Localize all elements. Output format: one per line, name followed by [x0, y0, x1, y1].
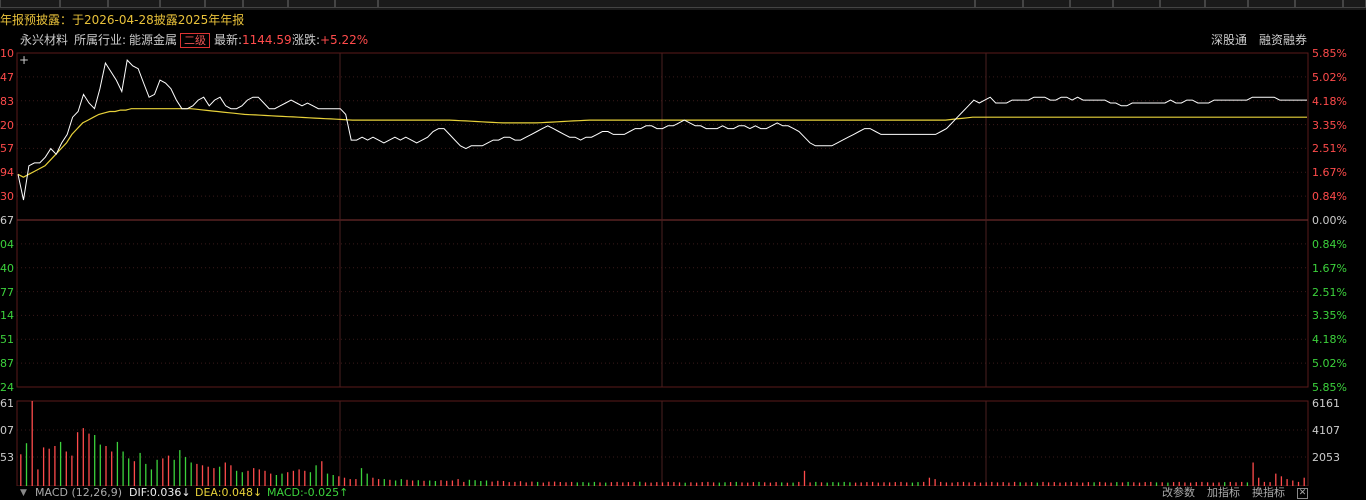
volume-tick-right: 6161 — [1312, 397, 1340, 410]
pct-tick-right: 0.84% — [1312, 237, 1347, 251]
pct-tick-right: 5.85% — [1312, 381, 1347, 394]
intraday-chart[interactable]: + — [0, 0, 1366, 486]
price-tick-left: 24 — [0, 381, 14, 394]
price-tick-left: 51 — [0, 333, 14, 347]
pct-tick-right: 0.84% — [1312, 190, 1347, 204]
switch-indicator-button[interactable]: 换指标 — [1252, 486, 1285, 500]
price-tick-left: 83 — [0, 94, 14, 108]
pct-tick-right: 0.00% — [1312, 214, 1347, 227]
pct-tick-right: 4.18% — [1312, 333, 1347, 347]
volume-tick-left: 53 — [0, 451, 14, 464]
pct-tick-right: 2.51% — [1312, 142, 1347, 156]
crosshair-icon: + — [19, 53, 29, 67]
pct-tick-right: 3.35% — [1312, 118, 1347, 132]
price-tick-left: 87 — [0, 357, 14, 371]
pct-tick-right: 2.51% — [1312, 285, 1347, 299]
pct-tick-right: 5.02% — [1312, 70, 1347, 84]
price-tick-left: 57 — [0, 142, 14, 156]
pct-tick-right: 5.02% — [1312, 357, 1347, 371]
price-tick-left: 30 — [0, 190, 14, 204]
price-tick-left: 94 — [0, 166, 14, 180]
price-tick-left: 40 — [0, 261, 14, 275]
volume-tick-right: 2053 — [1312, 451, 1340, 464]
price-tick-left: 04 — [0, 237, 14, 251]
volume-tick-right: 4107 — [1312, 424, 1340, 437]
price-tick-left: 77 — [0, 285, 14, 299]
macd-label[interactable]: MACD (12,26,9) — [35, 486, 122, 500]
macd-indicator-bar: ▼ MACD (12,26,9) DIF:0.036↓ DEA:0.048↓ M… — [0, 486, 1366, 500]
pct-tick-right: 5.85% — [1312, 47, 1347, 60]
indicator-dropdown-icon[interactable]: ▼ — [20, 486, 27, 500]
macd-dea: DEA:0.048↓ — [195, 486, 263, 499]
price-tick-left: 67 — [0, 214, 14, 227]
volume-tick-left: 07 — [0, 424, 14, 437]
pct-tick-right: 3.35% — [1312, 309, 1347, 323]
price-tick-left: 47 — [0, 70, 14, 84]
volume-tick-left: 61 — [0, 397, 14, 410]
price-tick-left: 14 — [0, 309, 14, 323]
add-indicator-button[interactable]: 加指标 — [1207, 486, 1240, 500]
change-params-button[interactable]: 改参数 — [1162, 486, 1195, 500]
close-icon[interactable]: ✕ — [1297, 488, 1308, 499]
pct-tick-right: 4.18% — [1312, 94, 1347, 108]
macd-value: MACD:-0.025↑ — [267, 486, 349, 499]
price-tick-left: 10 — [0, 47, 14, 60]
macd-dif: DIF:0.036↓ — [129, 486, 191, 499]
pct-tick-right: 1.67% — [1312, 261, 1347, 275]
pct-tick-right: 1.67% — [1312, 166, 1347, 180]
price-tick-left: 20 — [0, 118, 14, 132]
